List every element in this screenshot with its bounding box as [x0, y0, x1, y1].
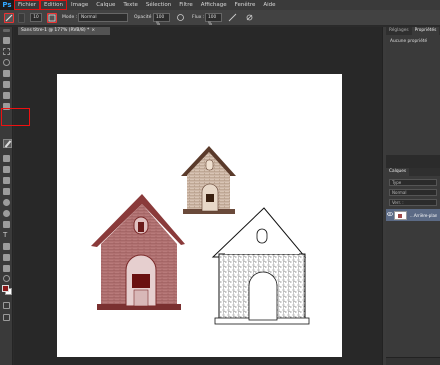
- photoshop-logo: Ps: [0, 0, 14, 10]
- shape-tool[interactable]: [3, 254, 10, 261]
- tab-properties[interactable]: Propriétés: [411, 27, 440, 35]
- layer-thumbnail: [394, 210, 407, 220]
- canvas-artwork: [91, 146, 310, 325]
- toolbar-grip[interactable]: [3, 29, 10, 32]
- lasso-tool[interactable]: [3, 59, 10, 66]
- screen-mode-button[interactable]: [3, 314, 10, 321]
- zoom-tool[interactable]: [3, 275, 10, 282]
- brush-tool-highlight: [1, 108, 30, 126]
- options-bar: 10 Mode : Normal Opacité : 100 % Flux : …: [0, 10, 440, 27]
- airbrush-button[interactable]: [228, 13, 238, 23]
- document-area: Sans titre-1 @ 177% (RVB/8) * ×: [14, 27, 382, 365]
- layer-row[interactable]: ...Arrière-plan: [386, 209, 440, 221]
- layer-filter-select[interactable]: Type: [389, 179, 437, 186]
- sketch-house: [211, 207, 310, 325]
- brush-panel-icon: [48, 14, 56, 22]
- marquee-tool[interactable]: [3, 48, 10, 55]
- mode-label: Mode :: [62, 15, 78, 20]
- menu-layer[interactable]: Calque: [92, 0, 119, 10]
- canvas[interactable]: [57, 74, 342, 357]
- layers-panel-tabs: Calques: [386, 168, 440, 176]
- menu-bar: Ps Fichier Edition Image Calque Texte Sé…: [0, 0, 440, 10]
- eyedropper-tool[interactable]: [3, 92, 10, 99]
- opacity-label: Opacité :: [134, 15, 155, 20]
- properties-panel-tabs: Réglages Propriétés: [386, 27, 440, 35]
- opacity-field[interactable]: 100 %: [153, 13, 170, 27]
- layers-panel: Calques Type Normal Verr. : ...Arrière-p…: [386, 168, 440, 365]
- dodge-tool[interactable]: [3, 210, 10, 217]
- menu-type[interactable]: Texte: [119, 0, 142, 10]
- quick-mask-button[interactable]: [3, 302, 10, 309]
- brush-tool[interactable]: [3, 139, 12, 148]
- properties-panel: Réglages Propriétés Aucune propriété: [386, 27, 440, 155]
- brush-icon: [5, 14, 13, 22]
- blend-mode-select[interactable]: Normal: [389, 189, 437, 196]
- beige-house: [181, 146, 236, 214]
- tab-layers[interactable]: Calques: [386, 168, 410, 176]
- flow-label: Flux :: [192, 15, 205, 20]
- mode-select[interactable]: Normal: [78, 13, 128, 22]
- blur-tool[interactable]: [3, 199, 10, 206]
- layers-footer: [386, 357, 440, 365]
- menu-window[interactable]: Fenêtre: [231, 0, 260, 10]
- lock-options[interactable]: Verr. :: [389, 199, 437, 206]
- clone-stamp-tool[interactable]: [3, 155, 10, 162]
- type-tool[interactable]: T: [3, 232, 10, 239]
- menu-filter[interactable]: Filtre: [175, 0, 197, 10]
- red-house: [91, 194, 185, 310]
- menu-help[interactable]: Aide: [259, 0, 279, 10]
- move-tool[interactable]: [3, 37, 10, 44]
- pen-pressure-icon: [177, 14, 184, 21]
- brush-size-field[interactable]: 10: [30, 13, 42, 22]
- eye-icon[interactable]: [386, 212, 394, 218]
- pen-tool[interactable]: [3, 221, 10, 228]
- pressure-opacity-button[interactable]: [176, 13, 186, 23]
- tools-panel: T: [0, 27, 13, 365]
- layer-name[interactable]: ...Arrière-plan: [410, 213, 437, 218]
- hand-tool[interactable]: [3, 265, 10, 272]
- close-icon[interactable]: ×: [91, 28, 95, 33]
- path-selection-tool[interactable]: [3, 243, 10, 250]
- airbrush-icon: [228, 13, 237, 22]
- crop-tool[interactable]: [3, 81, 10, 88]
- foreground-color-swatch[interactable]: [2, 285, 9, 292]
- no-properties-text: Aucune propriété: [390, 39, 428, 44]
- menu-file[interactable]: Fichier: [14, 0, 40, 10]
- tab-adjustments[interactable]: Réglages: [386, 27, 412, 35]
- menu-view[interactable]: Affichage: [197, 0, 231, 10]
- eraser-tool[interactable]: [3, 177, 10, 184]
- flow-field[interactable]: 100 %: [205, 13, 222, 27]
- brush-preset-picker[interactable]: [18, 13, 25, 23]
- menu-select[interactable]: Sélection: [142, 0, 175, 10]
- history-brush-tool[interactable]: [3, 166, 10, 173]
- document-tab[interactable]: Sans titre-1 @ 177% (RVB/8) * ×: [18, 27, 110, 35]
- pen-size-icon: [246, 14, 253, 21]
- gradient-tool[interactable]: [3, 188, 10, 195]
- tool-preset-button[interactable]: [4, 13, 14, 23]
- menu-edit[interactable]: Edition: [39, 0, 68, 10]
- document-tab-title: Sans titre-1 @ 177% (RVB/8) *: [21, 28, 90, 33]
- pressure-size-button[interactable]: [245, 13, 255, 23]
- brush-panel-toggle-button[interactable]: [47, 13, 57, 23]
- quick-selection-tool[interactable]: [3, 70, 10, 77]
- menu-image[interactable]: Image: [67, 0, 92, 10]
